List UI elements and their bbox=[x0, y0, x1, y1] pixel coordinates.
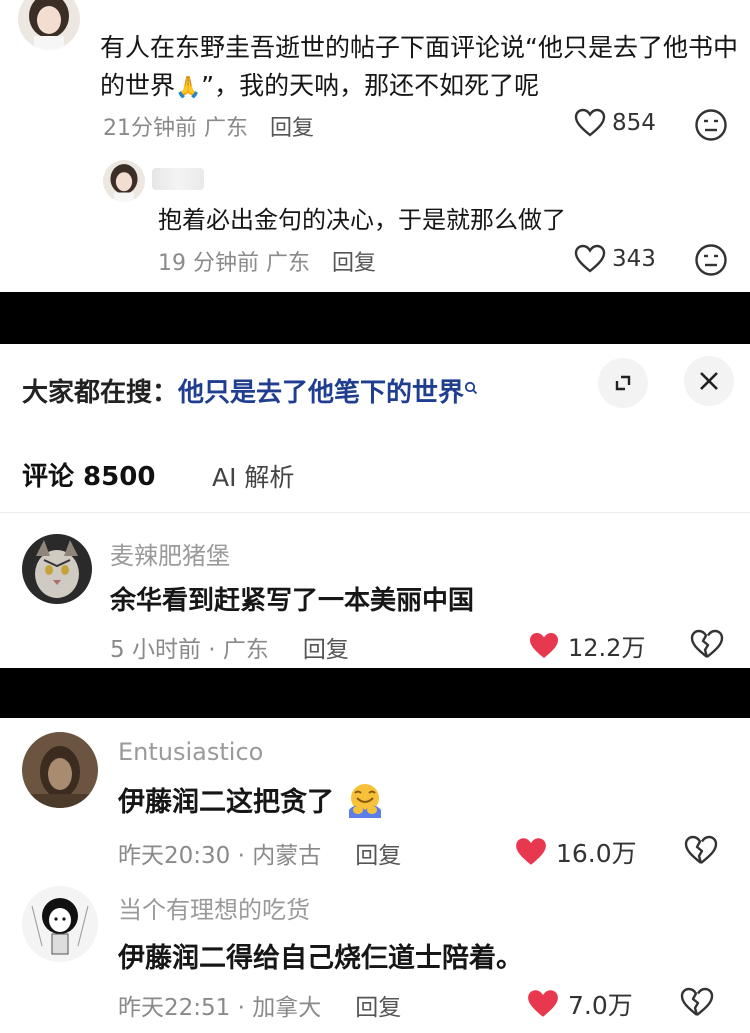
avatar-manga-image bbox=[22, 886, 98, 962]
close-icon bbox=[700, 372, 718, 390]
time-location: 昨天20:30 · 内蒙古 bbox=[118, 843, 322, 869]
search-icon bbox=[464, 372, 478, 402]
time-location: 昨天22:51 · 加拿大 bbox=[118, 995, 322, 1021]
bottom-comments-panel: Entusiastico 伊藤润二这把贪了 昨天20:30 · 内蒙古 回复 1… bbox=[0, 718, 750, 1033]
pray-emoji-icon: 🙏 bbox=[175, 75, 202, 99]
dislike-broken-heart-icon[interactable] bbox=[684, 834, 718, 866]
comment-meta: 昨天20:30 · 内蒙古 回复 bbox=[118, 836, 401, 870]
avatar[interactable] bbox=[22, 886, 98, 962]
heart-filled-icon bbox=[516, 838, 546, 865]
expand-button[interactable] bbox=[598, 358, 648, 408]
top-comments-panel: 有人在东野圭吾逝世的帖子下面评论说“他只是去了他书中 的世界🙏”，我的天呐，那还… bbox=[0, 0, 750, 292]
separator-bar bbox=[0, 668, 750, 718]
avatar[interactable] bbox=[22, 732, 98, 808]
expand-icon bbox=[615, 375, 631, 391]
username-blurred bbox=[152, 168, 204, 190]
time-location: 19 分钟前 广东 bbox=[158, 251, 310, 276]
avatar-girl-image bbox=[103, 160, 145, 202]
comment-text-part-a: 的世界 bbox=[100, 71, 176, 100]
like-button[interactable]: 343 bbox=[574, 244, 656, 274]
reply-text: 抱着必出金句的决心，于是就那么做了 bbox=[158, 206, 566, 234]
username[interactable]: 麦辣肥猪堡 bbox=[110, 536, 230, 571]
like-button[interactable]: 7.0万 bbox=[526, 986, 633, 1022]
tab-divider bbox=[0, 512, 750, 513]
heart-filled-icon bbox=[528, 990, 558, 1017]
comment-meta: 昨天22:51 · 加拿大 回复 bbox=[118, 988, 401, 1022]
like-button[interactable]: 16.0万 bbox=[514, 834, 637, 870]
tab-ai-analysis[interactable]: AI 解析 bbox=[212, 458, 294, 494]
dislike-broken-heart-icon[interactable] bbox=[680, 986, 714, 1018]
neutral-face-icon[interactable] bbox=[694, 108, 728, 142]
username[interactable]: 当个有理想的吃货 bbox=[118, 890, 310, 925]
like-button[interactable]: 12.2万 bbox=[528, 628, 645, 663]
reply-button[interactable]: 回复 bbox=[332, 245, 376, 277]
dislike-broken-heart-icon[interactable] bbox=[690, 628, 724, 660]
comment-text-content: 伊藤润二这把贪了 bbox=[118, 787, 334, 818]
username[interactable]: Entusiastico bbox=[118, 738, 263, 766]
trending-query[interactable]: 他只是去了他笔下的世界 bbox=[178, 378, 464, 408]
reply-button[interactable]: 回复 bbox=[270, 110, 314, 142]
reply-button[interactable]: 回复 bbox=[355, 988, 401, 1022]
trending-search-bar[interactable]: 大家都在搜：他只是去了他笔下的世界 bbox=[22, 372, 478, 409]
reply-avatar[interactable] bbox=[103, 160, 145, 202]
close-button[interactable] bbox=[684, 356, 734, 406]
avatar[interactable] bbox=[22, 534, 92, 604]
comment-text-line2: 的世界🙏”，我的天呐，那还不如死了呢 bbox=[100, 66, 539, 102]
time-location: 21分钟前 广东 bbox=[103, 116, 248, 141]
search-comments-panel: 大家都在搜：他只是去了他笔下的世界 评论 8500 AI 解析 麦辣肥猪堡 余华… bbox=[0, 344, 750, 668]
comment-text: 余华看到赶紧写了一本美丽中国 bbox=[110, 586, 475, 616]
neutral-face-icon[interactable] bbox=[694, 243, 728, 277]
comment-meta: 5 小时前 · 广东 回复 bbox=[110, 630, 349, 664]
hug-emoji-icon bbox=[345, 780, 385, 827]
reply-button[interactable]: 回复 bbox=[303, 630, 349, 664]
avatar-cat-image bbox=[22, 534, 92, 604]
reply-button[interactable]: 回复 bbox=[355, 836, 401, 870]
comment-text-part-b: ”，我的天呐，那还不如死了呢 bbox=[201, 71, 540, 100]
avatar-girl-image bbox=[18, 0, 80, 50]
like-count: 16.0万 bbox=[556, 839, 637, 868]
avatar-portrait-image bbox=[22, 732, 98, 808]
avatar[interactable] bbox=[18, 0, 80, 50]
comment-text: 伊藤润二得给自己烧仨道士陪着。 bbox=[118, 943, 523, 974]
heart-filled-icon bbox=[530, 632, 558, 658]
like-count: 7.0万 bbox=[568, 991, 633, 1020]
comment-meta: 21分钟前 广东 回复 bbox=[103, 110, 314, 142]
like-count: 12.2万 bbox=[568, 634, 646, 662]
time-location: 5 小时前 · 广东 bbox=[110, 637, 269, 663]
separator-bar bbox=[0, 292, 750, 344]
comment-text: 伊藤润二这把贪了 bbox=[118, 780, 385, 827]
comment-text-line1: 有人在东野圭吾逝世的帖子下面评论说“他只是去了他书中 bbox=[100, 33, 738, 62]
trending-prefix: 大家都在搜： bbox=[22, 378, 179, 408]
like-count: 343 bbox=[612, 246, 656, 272]
heart-outline-icon bbox=[574, 244, 606, 273]
heart-outline-icon bbox=[574, 108, 606, 137]
tab-comments[interactable]: 评论 8500 bbox=[22, 456, 155, 493]
like-count: 854 bbox=[612, 110, 656, 136]
like-button[interactable]: 854 bbox=[574, 108, 656, 138]
reply-meta: 19 分钟前 广东 回复 bbox=[158, 245, 376, 277]
